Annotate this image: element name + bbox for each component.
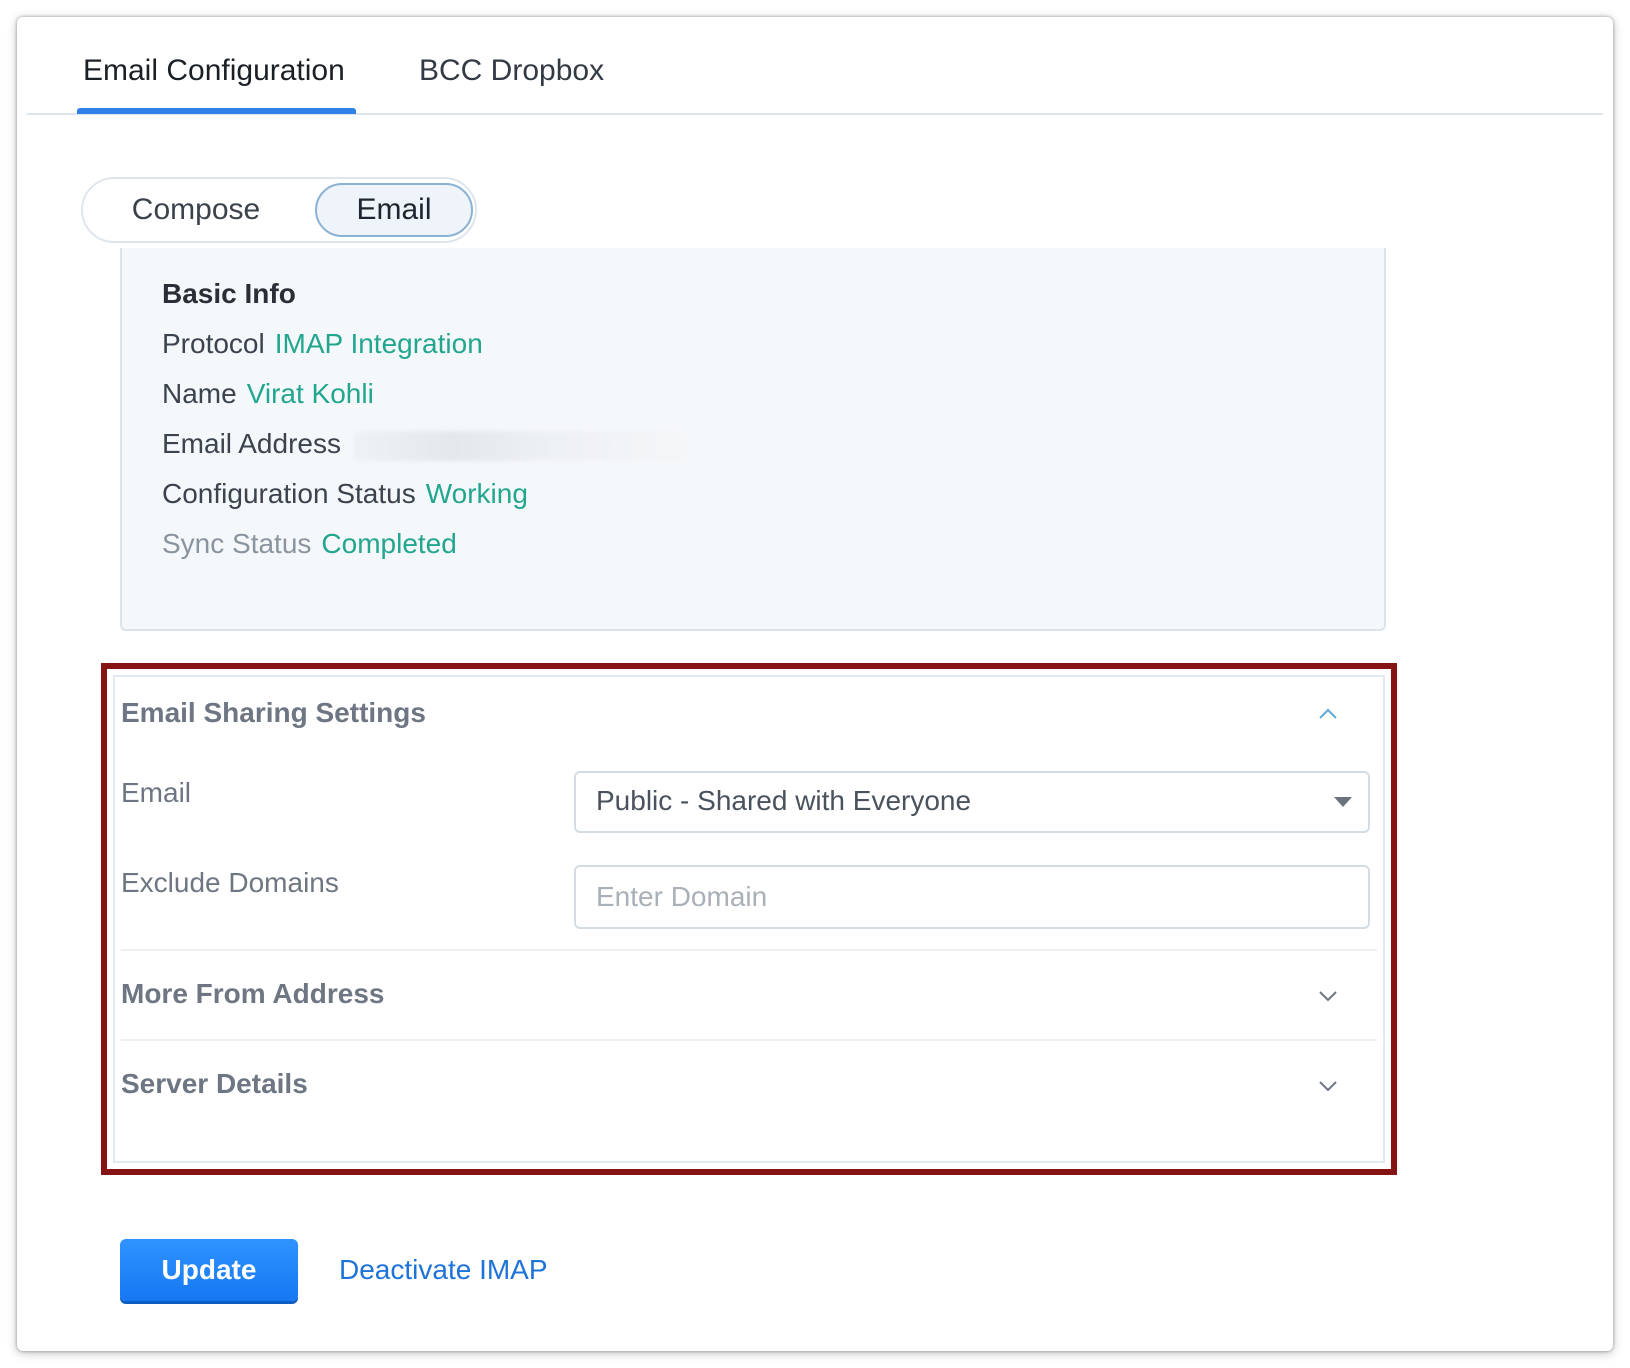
sync-status-row: Sync Status Completed [162,528,457,560]
exclude-domains-label: Exclude Domains [121,867,339,898]
sync-status-label: Sync Status [162,528,312,559]
chevron-down-icon[interactable] [1317,985,1339,1007]
update-button[interactable]: Update [120,1239,298,1301]
compose-email-toggle: Compose Email [81,177,477,243]
protocol-label: Protocol [162,328,265,359]
email-sharing-select[interactable]: Public - Shared with Everyone [574,771,1370,833]
name-value: Virat Kohli [246,378,374,409]
name-row: Name Virat Kohli [162,378,374,410]
configuration-status-row: Configuration Status Working [162,478,528,510]
settings-sections: Email Sharing Settings Email Public - Sh… [113,675,1385,1163]
email-address-label: Email Address [162,428,341,459]
email-address-row: Email Address [162,428,689,461]
caret-down-icon [1334,797,1352,807]
section-divider [121,949,1377,951]
protocol-value: IMAP Integration [274,328,483,359]
sync-status-value: Completed [321,528,457,559]
tab-bcc-dropbox[interactable]: BCC Dropbox [419,51,604,91]
protocol-row: Protocol IMAP Integration [162,328,483,360]
chevron-down-icon[interactable] [1317,1075,1339,1097]
configuration-status-value: Working [425,478,528,509]
exclude-domains-input[interactable] [574,865,1370,929]
name-label: Name [162,378,237,409]
basic-info-panel: Basic Info Protocol IMAP Integration Name… [120,248,1386,631]
settings-window: Email Configuration BCC Dropbox Compose … [17,17,1613,1351]
tab-bar: Email Configuration BCC Dropbox [27,17,1603,115]
server-details-header[interactable]: Server Details [121,1068,308,1100]
chevron-up-icon[interactable] [1317,703,1339,725]
deactivate-imap-link[interactable]: Deactivate IMAP [339,1254,548,1286]
tab-email-configuration[interactable]: Email Configuration [83,51,345,91]
basic-info-title: Basic Info [162,278,296,309]
segment-email[interactable]: Email [315,183,473,237]
configuration-status-label: Configuration Status [162,478,416,509]
segment-compose[interactable]: Compose [93,183,299,237]
section-divider [121,1039,1377,1041]
email-sharing-selected-value: Public - Shared with Everyone [596,785,972,816]
email-sharing-label: Email [121,777,192,808]
email-sharing-settings-header[interactable]: Email Sharing Settings [121,697,426,729]
redacted-email-value [352,430,689,461]
more-from-address-header[interactable]: More From Address [121,978,384,1010]
active-tab-indicator [77,108,356,114]
